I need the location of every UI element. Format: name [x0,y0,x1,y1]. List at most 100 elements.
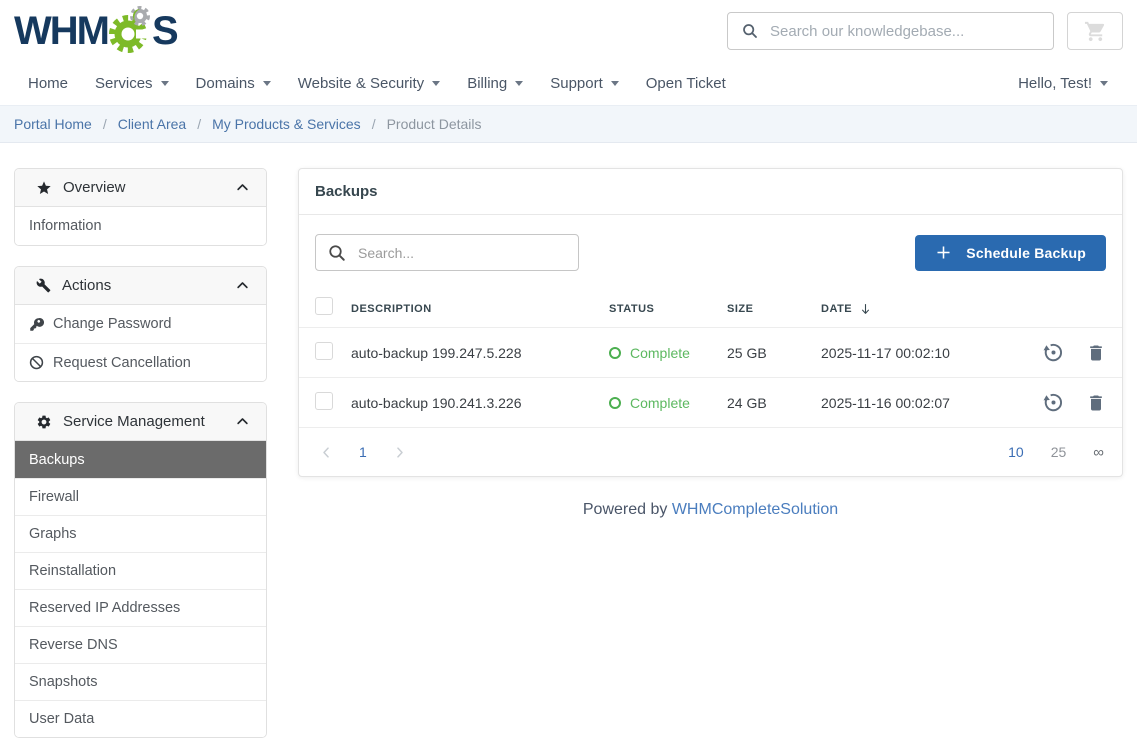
account-menu[interactable]: Hello, Test! [1018,75,1108,92]
knowledgebase-search-input[interactable] [770,23,1043,40]
sidebar-item-reinstallation[interactable]: Reinstallation [15,552,266,589]
key-icon [29,317,44,332]
sort-descending-icon [859,302,872,316]
page-size-10[interactable]: 10 [1008,444,1024,460]
service-management-panel: Service Management Backups Firewall Grap… [14,402,267,738]
nav-item-services[interactable]: Services [95,75,169,92]
sidebar-item-reserved-ip-addresses[interactable]: Reserved IP Addresses [15,589,266,626]
table-row: auto-backup 190.241.3.226 Complete 24 GB… [299,377,1122,427]
breadcrumb-product-details: Product Details [387,116,482,132]
breadcrumb-separator: / [372,116,376,132]
table-header-row: DESCRIPTION STATUS SIZE DATE [299,290,1122,327]
chevron-up-icon [235,278,250,293]
nav-item-open-ticket[interactable]: Open Ticket [646,75,726,92]
actions-panel: Actions Change Password Request Cancella… [14,266,267,382]
search-icon [742,23,758,39]
search-icon [328,244,346,262]
chevron-down-icon [611,81,619,86]
restore-backup-button[interactable] [1042,391,1065,414]
page-title: Backups [299,169,1122,215]
backup-size: 24 GB [727,395,821,411]
main-nav: Home Services Domains Website & Security… [0,62,1137,105]
nav-item-support[interactable]: Support [550,75,619,92]
chevron-left-icon [319,445,334,460]
sidebar-item-graphs[interactable]: Graphs [15,515,266,552]
nav-item-domains[interactable]: Domains [196,75,271,92]
delete-backup-button[interactable] [1086,343,1106,363]
breadcrumb-my-products[interactable]: My Products & Services [212,116,361,132]
backup-description: auto-backup 199.247.5.228 [351,345,609,361]
backup-size: 25 GB [727,345,821,361]
sidebar-item-snapshots[interactable]: Snapshots [15,663,266,700]
wrench-icon [36,278,51,293]
previous-page-button[interactable] [319,445,334,460]
column-header-size: SIZE [727,303,821,315]
chevron-down-icon [1100,81,1108,86]
next-page-button[interactable] [392,445,407,460]
top-header: WHM S [0,0,1137,62]
logo-text-whm: WHM [14,11,108,51]
sidebar-item-information[interactable]: Information [15,207,266,245]
service-management-panel-header[interactable]: Service Management [15,403,266,441]
backups-search-input[interactable] [358,245,570,261]
delete-backup-button[interactable] [1086,393,1106,413]
chevron-up-icon [235,180,250,195]
page-size-25[interactable]: 25 [1051,444,1067,460]
whmcompletesolution-link[interactable]: WHMCompleteSolution [672,501,838,518]
ban-icon [29,355,44,370]
sidebar: Overview Information Actions [14,168,267,746]
powered-by-text: Powered by [583,501,668,518]
whmcs-logo[interactable]: WHM S [14,6,177,56]
chevron-right-icon [392,445,407,460]
overview-panel-header[interactable]: Overview [15,169,266,207]
breadcrumb-separator: / [103,116,107,132]
status-badge: Complete [609,395,727,411]
nav-item-website-security[interactable]: Website & Security [298,75,440,92]
cart-button[interactable] [1067,12,1123,50]
backup-description: auto-backup 190.241.3.226 [351,395,609,411]
row-checkbox[interactable] [315,392,333,410]
actions-panel-header[interactable]: Actions [15,267,266,305]
schedule-backup-button[interactable]: Schedule Backup [915,235,1106,271]
status-complete-icon [609,397,621,409]
chevron-down-icon [432,81,440,86]
backups-card: Backups Schedule Backup [298,168,1123,477]
restore-backup-button[interactable] [1042,341,1065,364]
breadcrumb-portal-home[interactable]: Portal Home [14,116,92,132]
page-size-all[interactable]: ∞ [1093,444,1104,461]
table-row: auto-backup 199.247.5.228 Complete 25 GB… [299,327,1122,377]
sidebar-item-user-data[interactable]: User Data [15,700,266,737]
nav-item-billing[interactable]: Billing [467,75,523,92]
breadcrumb-separator: / [197,116,201,132]
trash-icon [1086,343,1106,363]
backups-search [315,234,579,271]
status-complete-icon [609,347,621,359]
chevron-down-icon [515,81,523,86]
pagination: 1 10 25 ∞ [299,427,1122,476]
plus-icon [935,244,952,261]
row-checkbox[interactable] [315,342,333,360]
sidebar-item-backups[interactable]: Backups [15,441,266,478]
main-content: Backups Schedule Backup [298,168,1123,519]
gears-icon [107,6,155,56]
sidebar-item-change-password[interactable]: Change Password [15,305,266,343]
page-number[interactable]: 1 [359,444,367,460]
chevron-down-icon [263,81,271,86]
knowledgebase-search [727,12,1054,50]
nav-item-home[interactable]: Home [28,75,68,92]
column-header-date[interactable]: DATE [821,302,1020,316]
backup-date: 2025-11-16 00:02:07 [821,395,1020,411]
sidebar-item-reverse-dns[interactable]: Reverse DNS [15,626,266,663]
sidebar-item-request-cancellation[interactable]: Request Cancellation [15,343,266,381]
trash-icon [1086,393,1106,413]
select-all-checkbox[interactable] [315,297,333,315]
column-header-status: STATUS [609,303,727,315]
chevron-up-icon [235,414,250,429]
restore-icon [1042,341,1065,364]
column-header-description: DESCRIPTION [351,303,609,315]
gear-icon [36,414,52,430]
chevron-down-icon [161,81,169,86]
logo-text-s: S [152,11,177,51]
sidebar-item-firewall[interactable]: Firewall [15,478,266,515]
breadcrumb-client-area[interactable]: Client Area [118,116,186,132]
